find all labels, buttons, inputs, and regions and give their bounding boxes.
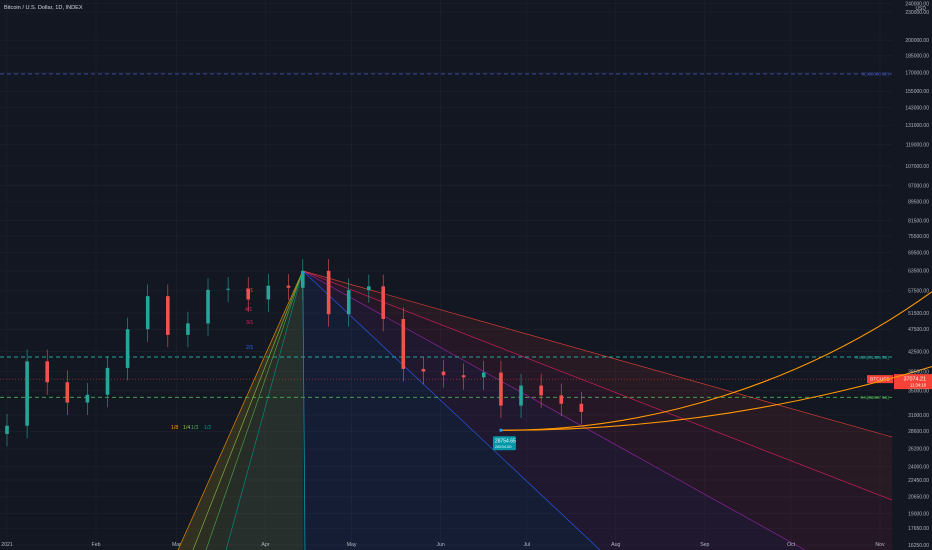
y-tick-label: 75500.00 <box>908 234 929 240</box>
y-tick-label: 35000.00 <box>908 388 929 394</box>
y-tick-label: 131000.00 <box>905 123 929 129</box>
level-label: 0.5(33867.56) <box>860 395 889 400</box>
y-tick-label: 170000.00 <box>905 71 929 77</box>
y-tick-label: 26200.00 <box>908 447 929 453</box>
candle <box>519 385 523 406</box>
y-tick-label: 38500.00 <box>908 369 929 375</box>
y-tick-label: 19000.00 <box>908 511 929 517</box>
candle <box>206 289 210 324</box>
candle <box>367 286 371 291</box>
y-tick-label: 143000.00 <box>905 105 929 111</box>
price-tag-countdown: 11:34:18 <box>910 383 927 388</box>
y-tick-label: 17650.00 <box>908 526 929 532</box>
x-tick-label: Jun <box>436 542 444 548</box>
y-tick-label: 69500.00 <box>908 251 929 257</box>
y-tick-label: 47500.00 <box>908 327 929 333</box>
y-tick-label: 63500.00 <box>908 269 929 275</box>
candle <box>579 403 584 412</box>
symbol-title: Bitcoin / U.S. Dollar, 1D, INDEX <box>4 5 83 11</box>
y-tick-label: 31000.00 <box>908 413 929 419</box>
fan-ratio-label: 1/2 <box>204 425 211 431</box>
x-tick-label: Sep <box>700 542 709 548</box>
candle <box>125 329 130 368</box>
y-tick-label: 107000.00 <box>905 164 929 170</box>
candle <box>145 296 150 330</box>
x-tick-label: Oct <box>787 542 796 548</box>
candle <box>300 270 305 288</box>
candle <box>65 382 70 403</box>
y-tick-label: 185000.00 <box>905 54 929 60</box>
candle <box>326 270 331 315</box>
x-tick-label: Jul <box>523 542 530 548</box>
y-tick-label: 200000.00 <box>905 38 929 44</box>
fan-ratio-label: 2/1 <box>246 345 253 351</box>
x-tick-label: Apr <box>261 542 269 548</box>
y-tick-label: 155000.00 <box>905 89 929 95</box>
candle <box>559 395 564 404</box>
currency-label: USD <box>915 6 926 12</box>
fan-ratio-label: 4/1 <box>245 307 252 313</box>
candle <box>5 425 9 434</box>
y-tick-label: 16250.00 <box>908 543 929 549</box>
candle <box>401 318 406 369</box>
candle <box>286 285 291 288</box>
x-tick-label: Aug <box>611 542 620 548</box>
y-tick-label: 20650.00 <box>908 495 929 501</box>
candle <box>25 361 29 426</box>
candle <box>266 285 271 300</box>
x-tick-label: Feb <box>92 542 101 548</box>
y-tick-label: 42500.00 <box>908 349 929 355</box>
y-tick-label: 89500.00 <box>908 200 929 206</box>
x-tick-label: Mar <box>172 542 181 548</box>
fan-ratio-label: 1/4 <box>183 425 190 431</box>
y-tick-label: 28600.00 <box>908 429 929 435</box>
level-label: 0(169080.00) <box>862 72 890 77</box>
candle <box>186 323 190 335</box>
candle <box>481 372 486 378</box>
candle <box>105 367 110 395</box>
x-tick-label: May <box>347 542 357 548</box>
price-chart[interactable]: 8/14/13/12/11/81/41/31/2 0.618(41385.56)… <box>0 0 932 550</box>
low-label-line2: 28534.65 <box>495 444 512 449</box>
fan-ratio-label: 3/1 <box>246 320 253 326</box>
candle <box>381 286 385 319</box>
fan-ratio-label: 1/3 <box>191 425 198 431</box>
candle <box>461 375 466 378</box>
y-tick-label: 51500.00 <box>908 311 929 317</box>
candle <box>226 288 230 290</box>
candle <box>85 394 90 403</box>
y-tick-label: 119000.00 <box>906 142 929 148</box>
level-label: 0.618(41385.56) <box>855 355 889 360</box>
fan-ratio-label: 1/8 <box>171 425 178 431</box>
price-tag-value: 37074.21 <box>904 377 926 383</box>
y-tick-label: 81500.00 <box>908 219 929 225</box>
y-tick-label: 24000.00 <box>908 464 929 470</box>
y-tick-label: 57500.00 <box>908 289 929 295</box>
candle <box>539 385 543 396</box>
candle <box>246 288 251 300</box>
candle <box>166 296 170 335</box>
candle <box>441 371 446 376</box>
x-tick-label: Nov <box>875 542 885 548</box>
low-marker <box>499 428 503 432</box>
y-tick-label: 22450.00 <box>908 478 929 484</box>
candle <box>499 372 503 406</box>
candle <box>346 290 351 315</box>
y-tick-label: 97000.00 <box>908 183 929 189</box>
candle <box>421 368 426 372</box>
x-tick-label: 2021 <box>1 542 13 548</box>
candle <box>45 361 50 383</box>
